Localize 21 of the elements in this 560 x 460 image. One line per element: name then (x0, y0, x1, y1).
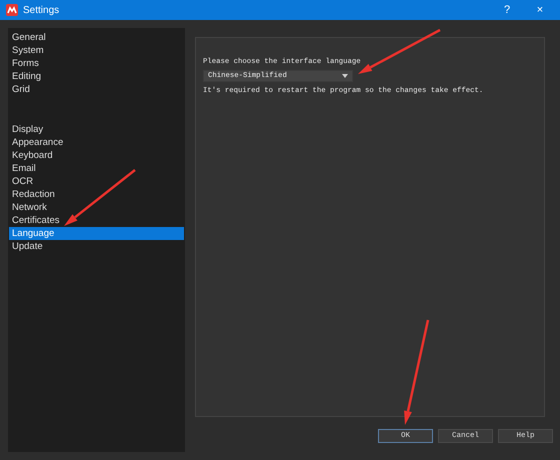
sidebar-item[interactable]: Grid (9, 83, 184, 96)
sidebar-item[interactable]: Forms (9, 57, 184, 70)
close-button[interactable]: × (526, 4, 554, 16)
sidebar-item[interactable]: OCR (9, 175, 184, 188)
sidebar-item[interactable]: Language (9, 227, 184, 240)
sidebar-item[interactable]: Keyboard (9, 149, 184, 162)
help-button[interactable]: ? (493, 4, 521, 16)
sidebar-item[interactable]: Network (9, 201, 184, 214)
sidebar-item[interactable]: Email (9, 162, 184, 175)
sidebar-item[interactable]: General (9, 31, 184, 44)
sidebar-item[interactable]: Editing (9, 70, 184, 83)
sidebar-item[interactable]: System (9, 44, 184, 57)
app-logo-icon (6, 4, 18, 16)
annotation-arrow (64, 169, 136, 226)
sidebar-item[interactable]: Display (9, 123, 184, 136)
sidebar-item[interactable]: Update (9, 240, 184, 253)
caret-icon (342, 74, 348, 78)
sidebar-item[interactable]: Appearance (9, 136, 184, 149)
sidebar-item[interactable]: Redaction (9, 188, 184, 201)
sidebar-item[interactable]: Certificates (9, 214, 184, 227)
window-title: Settings (23, 4, 60, 16)
